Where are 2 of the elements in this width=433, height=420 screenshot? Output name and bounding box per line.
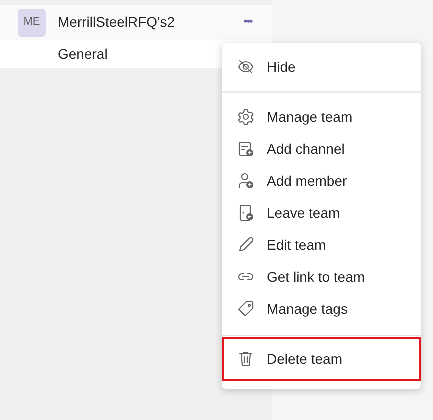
team-name: MerrillSteelRFQ's2 <box>58 13 176 32</box>
team-avatar: ME <box>18 8 46 36</box>
